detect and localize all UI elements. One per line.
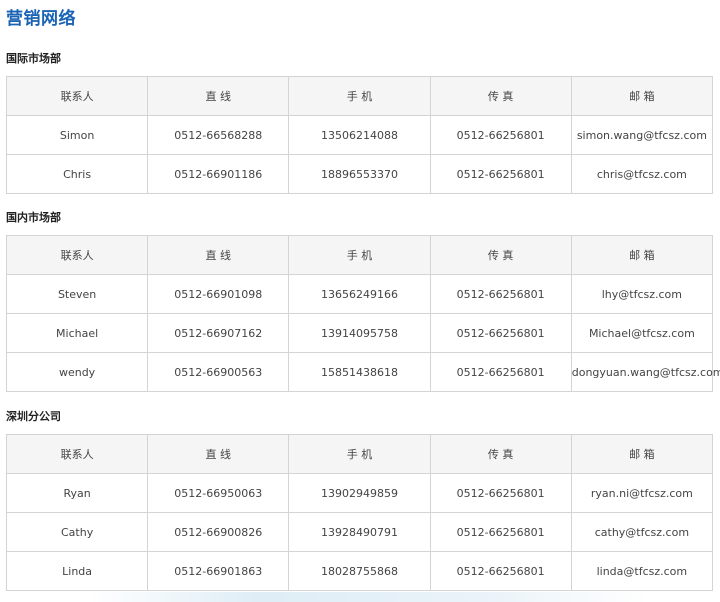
table-header-row: 联系人 直 线 手 机 传 真 邮 箱	[5, 434, 714, 474]
column-header-mobile: 手 机	[288, 434, 431, 474]
column-header-direct-line: 直 线	[147, 235, 290, 275]
contact-name: Chris	[5, 154, 149, 194]
section-title-international: 国际市场部	[6, 52, 61, 65]
contact-table-domestic: 联系人 直 线 手 机 传 真 邮 箱 Steven 0512-66901098…	[5, 235, 720, 392]
email-address: cathy@tfcsz.com	[570, 512, 714, 552]
column-header-contact: 联系人	[5, 434, 149, 474]
contact-name: Michael	[5, 313, 149, 353]
direct-line: 0512-66950063	[147, 473, 290, 513]
column-header-direct-line: 直 线	[147, 434, 290, 474]
contact-name: Ryan	[5, 473, 149, 513]
fax-number: 0512-66256801	[429, 313, 572, 353]
contact-name: Linda	[5, 551, 149, 591]
column-header-direct-line: 直 线	[147, 76, 290, 116]
direct-line: 0512-66900563	[147, 352, 290, 392]
column-header-email: 邮 箱	[570, 76, 714, 116]
email-address: lhy@tfcsz.com	[570, 274, 714, 314]
section-title-domestic: 国内市场部	[6, 211, 61, 224]
email-address: linda@tfcsz.com	[570, 551, 714, 591]
table-row: Chris 0512-66901186 18896553370 0512-662…	[5, 154, 714, 194]
direct-line: 0512-66900826	[147, 512, 290, 552]
fax-number: 0512-66256801	[429, 473, 572, 513]
table-header-row: 联系人 直 线 手 机 传 真 邮 箱	[5, 76, 714, 116]
column-header-email: 邮 箱	[570, 235, 714, 275]
mobile-number: 13902949859	[288, 473, 431, 513]
contact-name: Simon	[5, 115, 149, 155]
column-header-fax: 传 真	[429, 235, 572, 275]
email-address: chris@tfcsz.com	[570, 154, 714, 194]
column-header-email: 邮 箱	[570, 434, 714, 474]
contact-table-international: 联系人 直 线 手 机 传 真 邮 箱 Simon 0512-66568288 …	[5, 76, 714, 194]
email-address: dongyuan.wang@tfcsz.com	[570, 352, 720, 392]
table-row: Michael 0512-66907162 13914095758 0512-6…	[5, 313, 714, 353]
column-header-contact: 联系人	[5, 235, 149, 275]
email-address: ryan.ni@tfcsz.com	[570, 473, 714, 513]
table-row: Linda 0512-66901863 18028755868 0512-662…	[5, 551, 714, 591]
mobile-number: 13914095758	[288, 313, 431, 353]
direct-line: 0512-66568288	[147, 115, 290, 155]
fax-number: 0512-66256801	[429, 551, 572, 591]
column-header-fax: 传 真	[429, 76, 572, 116]
direct-line: 0512-66907162	[147, 313, 290, 353]
table-row: Simon 0512-66568288 13506214088 0512-662…	[5, 115, 714, 155]
email-address: Michael@tfcsz.com	[570, 313, 714, 353]
column-header-mobile: 手 机	[288, 235, 431, 275]
contact-table-shenzhen: 联系人 直 线 手 机 传 真 邮 箱 Ryan 0512-66950063 1…	[5, 434, 714, 591]
fax-number: 0512-66256801	[429, 512, 572, 552]
direct-line: 0512-66901186	[147, 154, 290, 194]
column-header-mobile: 手 机	[288, 76, 431, 116]
fax-number: 0512-66256801	[429, 274, 572, 314]
page-title: 营销网络	[6, 9, 76, 29]
fax-number: 0512-66256801	[429, 352, 572, 392]
table-header-row: 联系人 直 线 手 机 传 真 邮 箱	[5, 235, 714, 275]
table-row: Cathy 0512-66900826 13928490791 0512-662…	[5, 512, 714, 552]
fax-number: 0512-66256801	[429, 154, 572, 194]
column-header-fax: 传 真	[429, 434, 572, 474]
column-header-contact: 联系人	[5, 76, 149, 116]
contact-name: wendy	[5, 352, 149, 392]
section-title-shenzhen: 深圳分公司	[6, 410, 61, 423]
mobile-number: 18028755868	[288, 551, 431, 591]
mobile-number: 13506214088	[288, 115, 431, 155]
fax-number: 0512-66256801	[429, 115, 572, 155]
email-address: simon.wang@tfcsz.com	[570, 115, 714, 155]
mobile-number: 13656249166	[288, 274, 431, 314]
direct-line: 0512-66901863	[147, 551, 290, 591]
table-row: Ryan 0512-66950063 13902949859 0512-6625…	[5, 473, 714, 513]
table-row: wendy 0512-66900563 15851438618 0512-662…	[5, 352, 720, 392]
mobile-number: 18896553370	[288, 154, 431, 194]
table-row: Steven 0512-66901098 13656249166 0512-66…	[5, 274, 714, 314]
direct-line: 0512-66901098	[147, 274, 290, 314]
contact-name: Cathy	[5, 512, 149, 552]
mobile-number: 15851438618	[288, 352, 431, 392]
mobile-number: 13928490791	[288, 512, 431, 552]
contact-name: Steven	[5, 274, 149, 314]
